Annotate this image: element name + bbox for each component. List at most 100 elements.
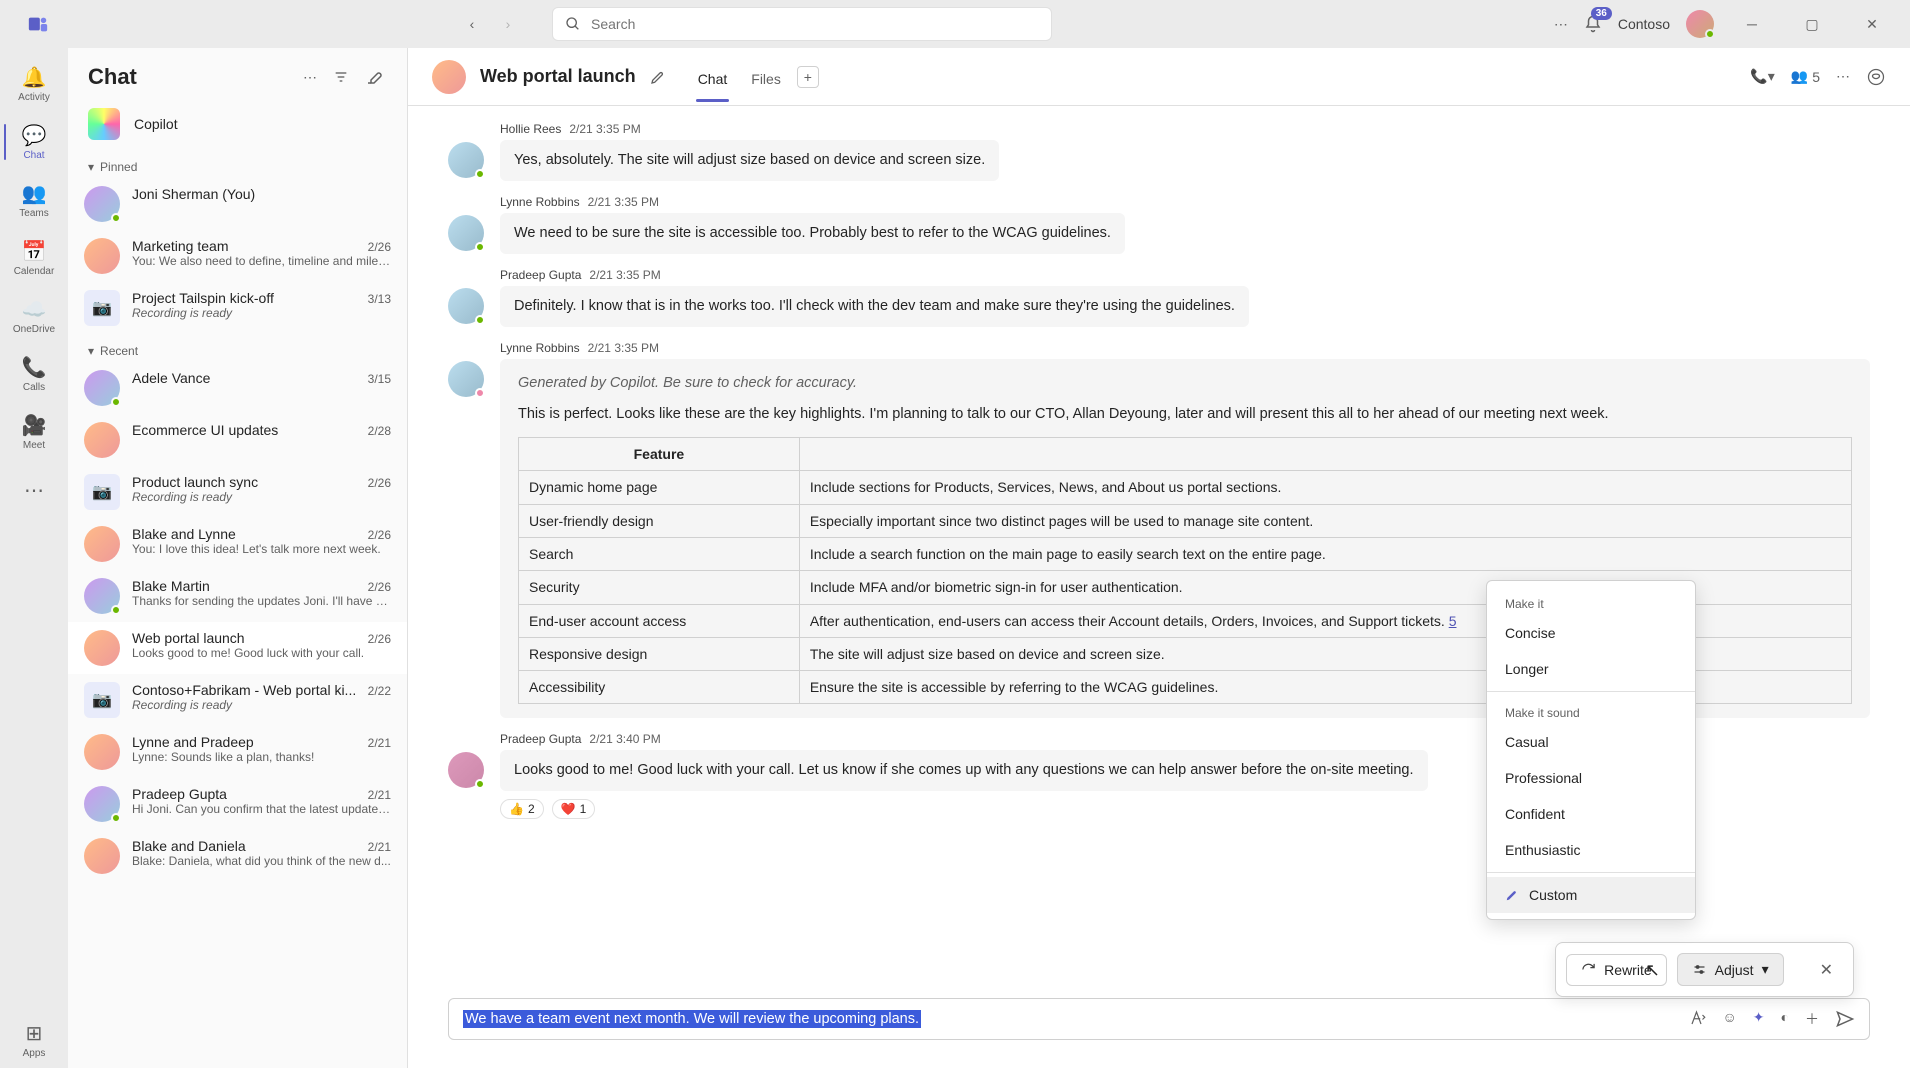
rail-teams[interactable]: 👥Teams xyxy=(4,172,64,228)
rail-calendar[interactable]: 📅Calendar xyxy=(4,230,64,286)
citation-link[interactable]: 5 xyxy=(1449,613,1457,629)
more-icon[interactable]: ⋯ xyxy=(1554,16,1568,33)
rail-meet[interactable]: 🎥Meet xyxy=(4,404,64,460)
chat-item-date: 2/26 xyxy=(368,580,391,594)
conversation-header: Web portal launch Chat Files + 📞▾ 👥5 ⋯ xyxy=(408,48,1910,106)
chat-item-name: Pradeep Gupta xyxy=(132,786,360,802)
tab-chat[interactable]: Chat xyxy=(696,53,730,101)
chat-list-item[interactable]: Lynne and Pradeep 2/21 Lynne: Sounds like… xyxy=(68,726,407,778)
rail-calls[interactable]: 📞Calls xyxy=(4,346,64,402)
message-bubble[interactable]: Yes, absolutely. The site will adjust si… xyxy=(500,140,999,181)
chatlist-more-icon[interactable]: ⋯ xyxy=(299,65,321,90)
window-maximize[interactable]: ▢ xyxy=(1790,8,1834,40)
apps-icon: ⊞ xyxy=(26,1021,43,1046)
author-avatar xyxy=(448,215,484,251)
adjust-casual[interactable]: Casual xyxy=(1487,724,1695,760)
new-chat-icon[interactable] xyxy=(361,64,387,90)
chat-avatar xyxy=(432,60,466,94)
chat-item-preview: Lynne: Sounds like a plan, thanks! xyxy=(132,750,391,764)
chat-list-item[interactable]: Blake and Lynne2/26 You: I love this ide… xyxy=(68,518,407,570)
adjust-concise[interactable]: Concise xyxy=(1487,615,1695,651)
more-options-icon[interactable]: ⋯ xyxy=(1836,68,1850,85)
adjust-menu: Make it Concise Longer Make it sound Cas… xyxy=(1486,580,1696,920)
filter-icon[interactable] xyxy=(329,65,353,89)
chat-list-item[interactable]: Blake Martin2/26 Thanks for sending the … xyxy=(68,570,407,622)
chat-item-name: Joni Sherman (You) xyxy=(132,186,383,202)
search-input[interactable] xyxy=(591,16,1039,32)
message-bubble[interactable]: We need to be sure the site is accessibl… xyxy=(500,213,1125,254)
format-icon[interactable] xyxy=(1689,1009,1707,1029)
rail-chat[interactable]: 💬Chat xyxy=(4,114,64,170)
rail-onedrive[interactable]: ☁️OneDrive xyxy=(4,288,64,344)
compose-text[interactable]: We have a team event next month. We will… xyxy=(463,1011,1679,1027)
nav-forward[interactable]: › xyxy=(492,8,524,40)
chat-item-date: 2/21 xyxy=(368,840,391,854)
chat-list-item[interactable]: Marketing team2/26 You: We also need to … xyxy=(68,230,407,282)
send-icon[interactable] xyxy=(1835,1009,1855,1029)
copilot-icon[interactable]: ✦ xyxy=(1753,1009,1765,1029)
reaction-pill[interactable]: 👍2 xyxy=(500,799,544,819)
chat-item-date: 2/22 xyxy=(368,684,391,698)
nav-back[interactable]: ‹ xyxy=(456,8,488,40)
notifications-button[interactable]: 36 xyxy=(1584,15,1602,33)
chevron-down-icon: ▾ xyxy=(88,344,94,358)
org-name[interactable]: Contoso xyxy=(1618,16,1670,32)
chat-item-date: 2/21 xyxy=(368,736,391,750)
user-avatar[interactable] xyxy=(1686,10,1714,38)
add-tab-button[interactable]: + xyxy=(797,66,819,88)
chat-list-item[interactable]: Adele Vance3/15 xyxy=(68,362,407,414)
adjust-longer[interactable]: Longer xyxy=(1487,651,1695,687)
chat-list-item[interactable]: 📷 Contoso+Fabrikam - Web portal ki...2/2… xyxy=(68,674,407,726)
section-pinned[interactable]: ▾Pinned xyxy=(68,150,407,178)
compose-box[interactable]: We have a team event next month. We will… xyxy=(448,998,1870,1040)
rail-apps[interactable]: ⊞Apps xyxy=(4,1012,64,1068)
chat-item-name: Project Tailspin kick-off xyxy=(132,290,360,306)
chat-list-item[interactable]: Web portal launch2/26 Looks good to me! … xyxy=(68,622,407,674)
close-icon[interactable]: ✕ xyxy=(1810,956,1843,984)
copilot-chat-row[interactable]: Copilot xyxy=(68,98,407,150)
adjust-enthusiastic[interactable]: Enthusiastic xyxy=(1487,832,1695,868)
chat-item-avatar xyxy=(84,186,120,222)
add-icon[interactable]: ＋ xyxy=(1805,1009,1819,1029)
chevron-down-icon: ▾ xyxy=(88,160,94,174)
copilot-pane-icon[interactable] xyxy=(1866,67,1886,87)
window-minimize[interactable]: ─ xyxy=(1730,8,1774,40)
chat-item-avatar xyxy=(84,422,120,458)
chat-list-item[interactable]: Ecommerce UI updates2/28 xyxy=(68,414,407,466)
loop-icon[interactable]: ◐ xyxy=(1781,1009,1789,1029)
chat-list-item[interactable]: Blake and Daniela2/21 Blake: Daniela, wh… xyxy=(68,830,407,882)
rail-activity[interactable]: 🔔Activity xyxy=(4,56,64,112)
section-recent[interactable]: ▾Recent xyxy=(68,334,407,362)
menu-section-label: Make it sound xyxy=(1487,696,1695,724)
chat-list-item[interactable]: 📷 Product launch sync2/26 Recording is r… xyxy=(68,466,407,518)
window-close[interactable]: ✕ xyxy=(1850,8,1894,40)
adjust-confident[interactable]: Confident xyxy=(1487,796,1695,832)
chat-item-preview: You: We also need to define, timeline an… xyxy=(132,254,391,268)
chat-list-item[interactable]: Joni Sherman (You) xyxy=(68,178,407,230)
message-bubble[interactable]: Looks good to me! Good luck with your ca… xyxy=(500,750,1428,791)
search-box[interactable] xyxy=(552,7,1052,41)
chat-item-name: Lynne and Pradeep xyxy=(132,734,360,750)
chat-item-preview: You: I love this idea! Let's talk more n… xyxy=(132,542,391,556)
rail-more[interactable]: ⋯ xyxy=(4,462,64,518)
rewrite-button[interactable]: Rewrite xyxy=(1566,954,1666,986)
message-bubble[interactable]: Definitely. I know that is in the works … xyxy=(500,286,1249,327)
app-icon xyxy=(8,13,68,35)
chat-item-avatar xyxy=(84,370,120,406)
chat-item-date: 2/26 xyxy=(368,528,391,542)
edit-title-icon[interactable] xyxy=(650,69,666,85)
copilot-label: Copilot xyxy=(134,116,178,132)
adjust-professional[interactable]: Professional xyxy=(1487,760,1695,796)
adjust-button[interactable]: Adjust ▾ xyxy=(1677,953,1784,986)
rail-label: Calendar xyxy=(14,266,55,277)
adjust-custom[interactable]: Custom xyxy=(1487,877,1695,913)
chat-list-item[interactable]: 📷 Project Tailspin kick-off3/13 Recordin… xyxy=(68,282,407,334)
people-button[interactable]: 👥5 xyxy=(1791,68,1820,85)
chat-list-item[interactable]: Pradeep Gupta2/21 Hi Joni. Can you confi… xyxy=(68,778,407,830)
reaction-pill[interactable]: ❤️1 xyxy=(552,799,596,819)
emoji-icon[interactable]: ☺ xyxy=(1723,1009,1737,1029)
bell-icon: 🔔 xyxy=(22,65,47,90)
tab-files[interactable]: Files xyxy=(749,53,783,101)
call-button[interactable]: 📞▾ xyxy=(1750,68,1774,85)
chat-item-avatar xyxy=(84,578,120,614)
